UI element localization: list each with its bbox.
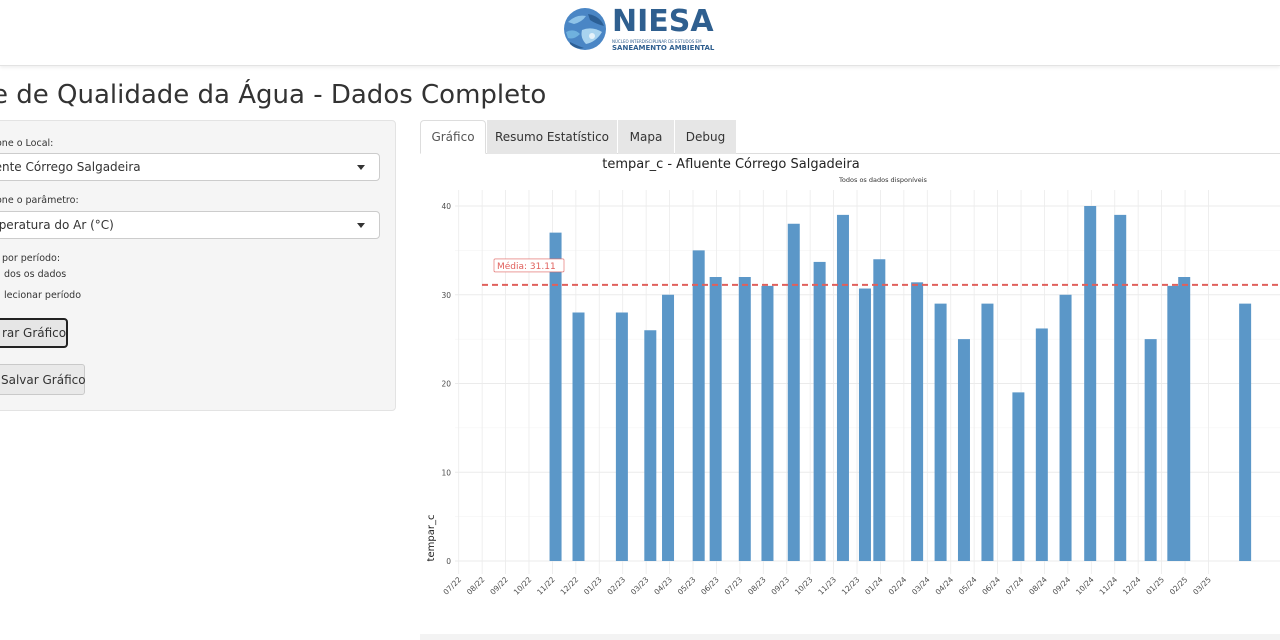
x-tick-label: 04/23 [652,575,674,597]
bar [1167,285,1180,561]
bar [858,288,871,561]
x-tick-label: 01/24 [863,575,885,597]
x-tick-label: 03/23 [629,575,651,597]
tab-resumo-estatistico[interactable]: Resumo Estatístico [487,120,617,154]
generate-chart-button[interactable]: rar Gráfico [0,318,68,348]
x-tick-label: 01/23 [582,575,604,597]
bar [1059,294,1072,561]
radio-all-data-label: dos os dados [4,269,67,280]
local-select-value: uente Córrego Salgadeira [0,160,141,174]
bar [1239,303,1252,561]
local-label: one o Local: [0,138,54,149]
bar [934,303,947,561]
x-tick-label: 02/25 [1168,575,1190,597]
logo-subtitle-2: SANEAMENTO AMBIENTAL [612,43,715,52]
y-axis-label: tempar_c [426,515,437,562]
globe-logo-icon [564,8,606,50]
param-label: one o parâmetro: [0,195,79,206]
bar [1114,214,1127,561]
chart-title: tempar_c - Afluente Córrego Salgadeira [602,157,859,172]
chevron-down-icon [357,165,365,170]
x-tick-label: 12/22 [559,575,581,597]
bar [1144,339,1157,561]
bar [572,312,585,561]
bar [911,282,924,561]
y-tick-label: 40 [441,202,451,211]
x-tick-label: 11/23 [816,575,838,597]
bar-chart: tempar_c - Afluente Córrego Salgadeira T… [426,157,1280,597]
page-title: lise de Qualidade da Água - Dados Comple… [0,80,547,110]
x-tick-label: 05/23 [676,575,698,597]
x-tick-label: 10/23 [793,575,815,597]
bar [1178,277,1191,561]
bar [615,312,628,561]
period-label: por período: [2,253,61,264]
param-select-value: mperatura do Ar (°C) [0,218,114,232]
y-tick-label: 0 [446,557,451,566]
y-tick-label: 30 [441,291,451,300]
x-tick-label: 09/24 [1051,575,1073,597]
x-tick-label: 08/23 [746,575,768,597]
x-tick-label: 06/23 [699,575,721,597]
tab-grafico[interactable]: Gráfico [420,120,486,154]
bar [813,261,826,561]
x-tick-label: 12/24 [1121,575,1143,597]
x-tick-label: 03/24 [910,575,932,597]
local-select[interactable]: uente Córrego Salgadeira [0,153,380,181]
x-tick-label: 09/23 [769,575,791,597]
bar [1012,392,1025,561]
x-tick-label: 07/23 [723,575,745,597]
niesa-logo[interactable]: NIESA NÚCLEO INTERDISCIPLINAR DE ESTUDOS… [562,6,714,52]
bar [873,259,886,561]
bar [787,223,800,561]
x-tick-label: 05/24 [957,575,979,597]
y-tick-label: 10 [441,468,451,477]
save-chart-button[interactable]: Salvar Gráfico [0,364,86,395]
x-tick-label: 02/24 [887,575,909,597]
bar [1084,206,1097,561]
generate-chart-button-label: rar Gráfico [2,326,67,340]
chevron-down-icon [357,223,365,228]
x-tick-label: 12/23 [840,575,862,597]
x-tick-label: 07/24 [1004,575,1026,597]
radio-select-period-label: lecionar período [4,290,82,301]
x-tick-label: 02/23 [605,575,627,597]
bar [644,330,657,561]
tab-mapa[interactable]: Mapa [618,120,674,154]
tab-debug[interactable]: Debug [675,120,736,154]
chart-subtitle: Todos os dados disponíveis [838,176,927,184]
x-tick-label: 10/22 [512,575,534,597]
tab-bar: Gráfico Resumo Estatístico Mapa Debug [420,120,1280,154]
bar [836,214,849,561]
bar [692,250,705,561]
x-tick-label: 08/22 [465,575,487,597]
y-tick-label: 20 [441,380,451,389]
x-tick-labels: 07/22 08/22 09/22 10/22 11/22 12/22 01/23 02/23… [441,575,1213,597]
top-header: NIESA NÚCLEO INTERDISCIPLINAR DE ESTUDOS… [0,0,1280,66]
x-tick-label: 08/24 [1027,575,1049,597]
bottom-strip [420,634,1280,640]
bar [1035,328,1048,561]
x-tick-label: 04/24 [933,575,955,597]
logo-wordmark: NIESA [612,3,714,39]
x-tick-label: 11/24 [1097,575,1119,597]
x-tick-label: 01/25 [1144,575,1166,597]
mean-label: Média: 31.11 [497,261,556,272]
save-chart-button-label: Salvar Gráfico [1,373,86,387]
x-tick-label: 10/24 [1074,575,1096,597]
x-tick-label: 03/25 [1191,575,1213,597]
bar [738,277,751,561]
bar [957,339,970,561]
x-tick-label: 09/22 [488,575,510,597]
y-tick-labels: 0 10 20 30 40 [441,202,451,566]
x-tick-label: 06/24 [980,575,1002,597]
x-tick-label: 11/22 [535,575,557,597]
bar [549,232,562,561]
bar [761,285,774,561]
bar [662,294,675,561]
bar [709,277,722,561]
bar [981,303,994,561]
x-tick-label: 07/22 [441,575,463,597]
param-select[interactable]: mperatura do Ar (°C) [0,211,380,239]
